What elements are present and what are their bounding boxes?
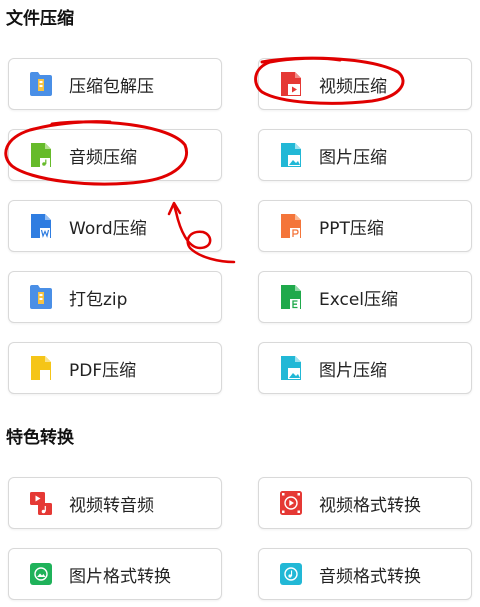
card-label: PPT压缩: [319, 218, 384, 239]
excel-file-icon: [281, 285, 301, 309]
card-video-to-audio[interactable]: 视频转音频: [8, 477, 222, 529]
video-file-icon: [281, 72, 301, 96]
card-label: 视频格式转换: [319, 495, 421, 516]
card-label: 打包zip: [69, 289, 128, 310]
card-audio-format-convert[interactable]: 音频格式转换: [258, 548, 472, 600]
card-archive-extract[interactable]: 压缩包解压: [8, 58, 222, 110]
section-title-file-compress: 文件压缩: [6, 9, 74, 29]
card-excel-compress[interactable]: Excel压缩: [258, 271, 472, 323]
card-label: 压缩包解压: [69, 76, 154, 97]
pdf-file-icon: [31, 356, 51, 380]
word-file-icon: [31, 214, 51, 238]
video-to-audio-icon: [30, 492, 52, 515]
card-image-compress[interactable]: 图片压缩: [258, 129, 472, 181]
card-label: PDF压缩: [69, 360, 137, 381]
card-label: 音频压缩: [69, 147, 137, 168]
zip-folder-icon: [30, 285, 52, 309]
audio-file-icon: [31, 143, 51, 167]
ppt-file-icon: [281, 214, 301, 238]
card-label: Excel压缩: [319, 289, 399, 310]
section-title-special-convert: 特色转换: [6, 428, 74, 448]
card-label: 图片压缩: [319, 360, 387, 381]
card-audio-compress[interactable]: 音频压缩: [8, 129, 222, 181]
card-image-compress-2[interactable]: 图片压缩: [258, 342, 472, 394]
card-pdf-compress[interactable]: PDF压缩: [8, 342, 222, 394]
video-format-icon: [280, 491, 302, 515]
card-label: 视频压缩: [319, 76, 387, 97]
card-word-compress[interactable]: Word压缩: [8, 200, 222, 252]
card-label: Word压缩: [69, 218, 147, 239]
card-label: 视频转音频: [69, 495, 154, 516]
audio-format-icon: [280, 563, 302, 585]
card-label: 音频格式转换: [319, 566, 421, 587]
card-video-format-convert[interactable]: 视频格式转换: [258, 477, 472, 529]
card-video-compress[interactable]: 视频压缩: [258, 58, 472, 110]
card-label: 图片压缩: [319, 147, 387, 168]
card-image-format-convert[interactable]: 图片格式转换: [8, 548, 222, 600]
card-label: 图片格式转换: [69, 566, 171, 587]
card-ppt-compress[interactable]: PPT压缩: [258, 200, 472, 252]
image-file-icon: [281, 356, 301, 380]
card-pack-zip[interactable]: 打包zip: [8, 271, 222, 323]
image-file-icon: [281, 143, 301, 167]
image-format-icon: [30, 563, 52, 585]
zip-folder-icon: [30, 72, 52, 96]
